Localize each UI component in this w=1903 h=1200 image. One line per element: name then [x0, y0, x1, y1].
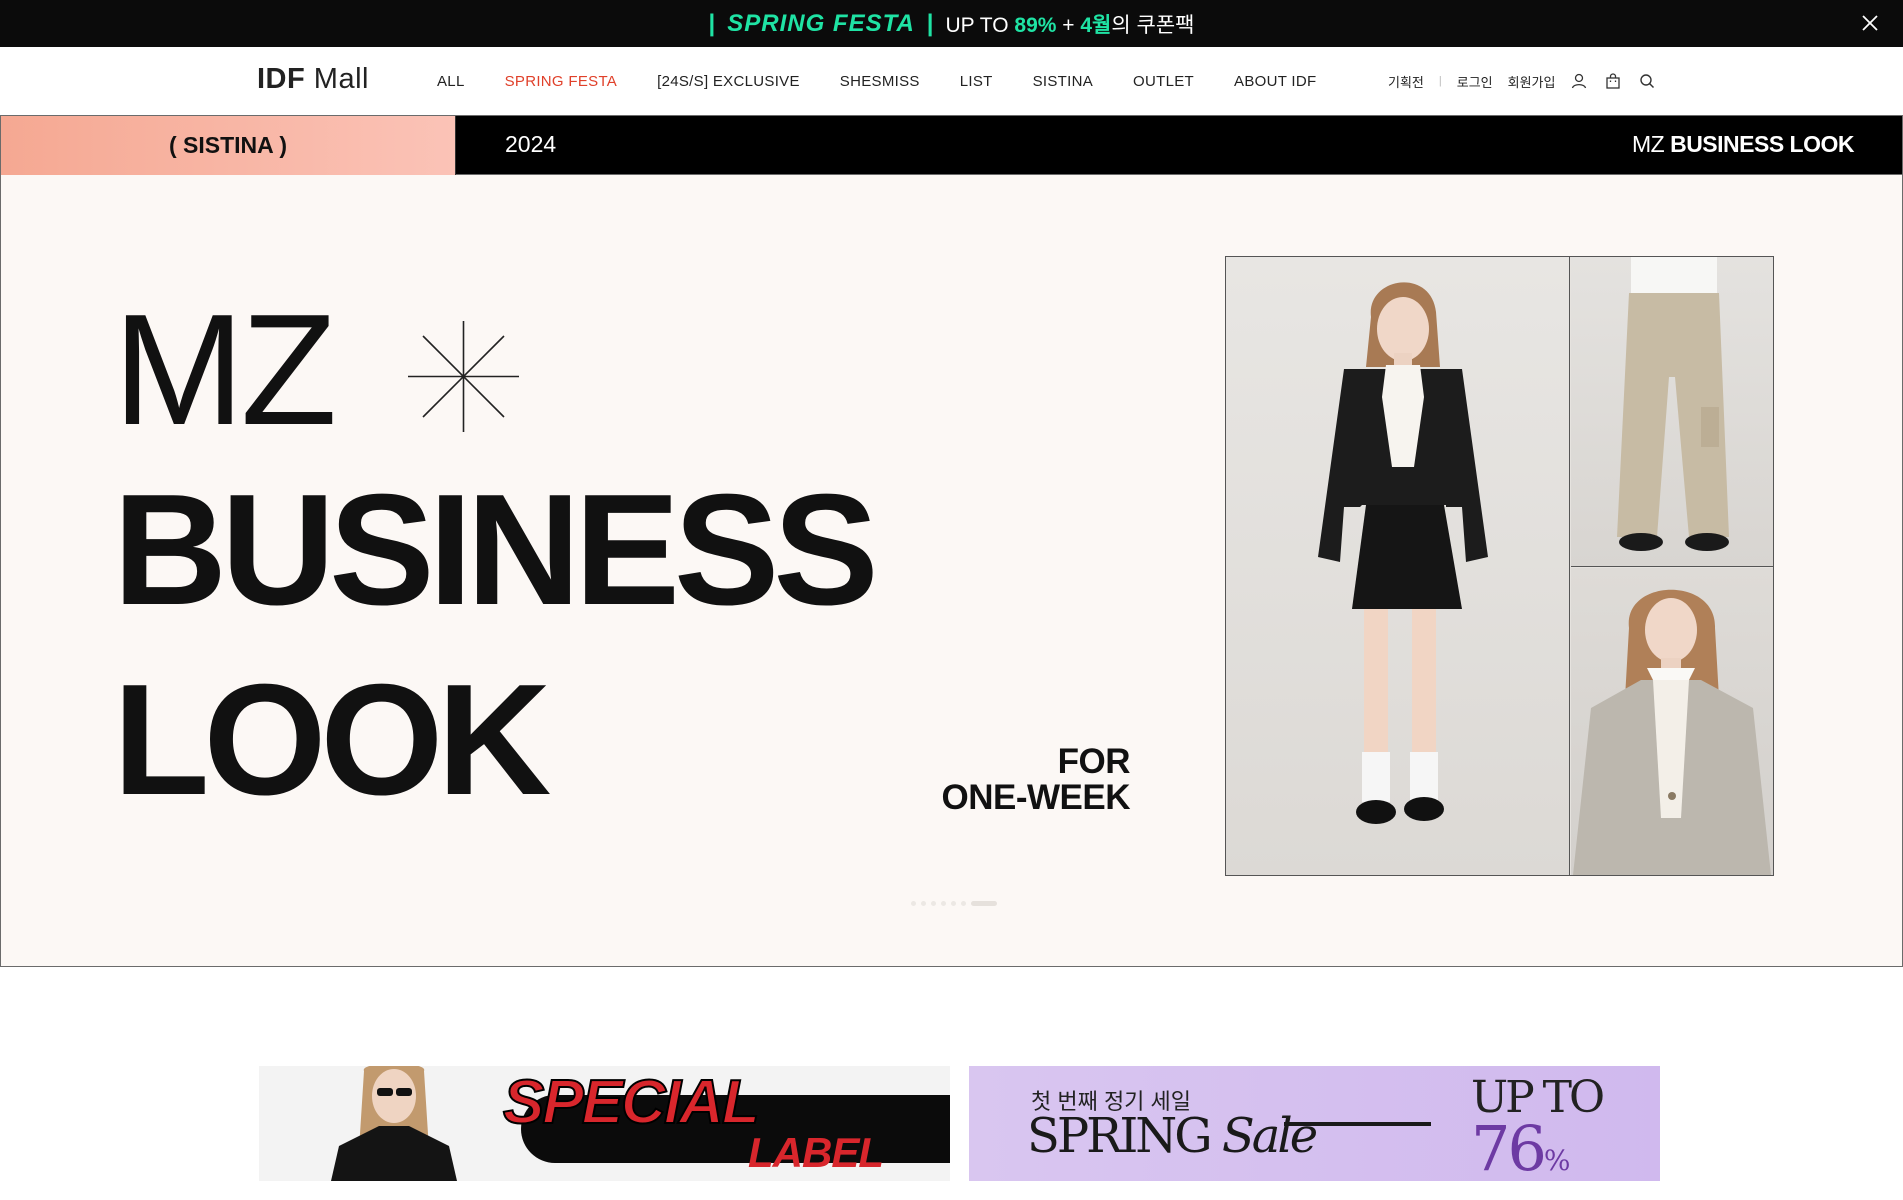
model-figure-pants [1617, 257, 1729, 551]
spring-sale-title-a: SPRING [1027, 1108, 1213, 1164]
hero-headline-business: BUSINESS [113, 462, 879, 638]
strip-title: MZ BUSINESS LOOK [1631, 131, 1855, 158]
promo-pipe-left: | [708, 9, 716, 37]
special-word: SPECIAL [502, 1068, 761, 1137]
login-link[interactable]: 로그인 [1457, 72, 1493, 91]
site-logo[interactable]: IDF Mall [257, 63, 369, 96]
promo-percent: 89% [1014, 13, 1057, 37]
promo-coupon: 의 쿠폰팩 [1111, 13, 1195, 37]
hero-for: FOR [1057, 742, 1131, 781]
sparkle-star-icon [408, 321, 519, 432]
promo-bar[interactable]: | SPRING FESTA | UP TO 89% + 4월의 쿠폰팩 [0, 0, 1903, 47]
close-icon[interactable] [1859, 12, 1881, 34]
logo-light: Mall [313, 63, 369, 95]
slide-dot[interactable] [961, 901, 966, 906]
spring-sale-banner[interactable]: 첫 번째 정기 세일 SPRING Sale UP TO 76% [969, 1066, 1660, 1181]
slide-dot[interactable] [931, 901, 936, 906]
slide-dot[interactable] [921, 901, 926, 906]
hero-photo-grid [1225, 256, 1774, 876]
spring-sale-title: SPRING Sale [1027, 1112, 1318, 1160]
model-photo-pants [1571, 257, 1773, 567]
utility-menu: 기획전 | 로그인 회원가입 [1388, 47, 1672, 115]
strip-year: 2024 [505, 131, 557, 157]
promo-offer: UP TO 89% + 4월의 쿠폰팩 [946, 9, 1195, 39]
promo-month: 4월 [1080, 13, 1112, 37]
site-header: IDF Mall ALL SPRING FESTA [24S/S] EXCLUS… [0, 47, 1903, 115]
promo-pipe-right: | [926, 9, 934, 37]
nav-item-list[interactable]: LIST [960, 73, 993, 90]
special-label-banner[interactable]: SPECIAL LABEL [259, 1066, 950, 1181]
logo-bold: IDF [257, 63, 306, 95]
model-photo-main [1226, 257, 1570, 875]
slide-dot[interactable] [951, 901, 956, 906]
hero-one-week: ONE-WEEK [941, 778, 1131, 817]
signup-link[interactable]: 회원가입 [1508, 72, 1556, 91]
promo-upto: UP TO [945, 13, 1009, 37]
hero-headline-look: LOOK [113, 652, 551, 828]
hero-headline-mz: MZ [113, 282, 337, 458]
slide-dot[interactable] [941, 901, 946, 906]
user-icon[interactable] [1570, 72, 1588, 90]
spring-sale-divider [1284, 1122, 1431, 1126]
hero-strip: ( SISTINA ) 2024 MZ BUSINESS LOOK [1, 116, 1902, 175]
nav-item-all[interactable]: ALL [437, 73, 465, 90]
spring-sale-percent-sign: % [1543, 1144, 1571, 1177]
strip-title-bold: BUSINESS LOOK [1670, 131, 1854, 157]
nav-item-outlet[interactable]: OUTLET [1133, 73, 1194, 90]
model-photo-blazer [1571, 568, 1773, 875]
nav-item-shesmiss[interactable]: SHESMISS [840, 73, 920, 90]
hero-subheadline: FOR ONE-WEEK [942, 744, 1131, 816]
nav-item-sistina[interactable]: SISTINA [1033, 73, 1093, 90]
model-figure-blazer [1573, 589, 1771, 875]
nav-item-exclusive[interactable]: [24S/S] EXCLUSIVE [657, 73, 800, 90]
nav-item-spring-festa[interactable]: SPRING FESTA [505, 73, 618, 90]
slide-dot-active[interactable] [971, 901, 997, 906]
main-nav: ALL SPRING FESTA [24S/S] EXCLUSIVE SHESM… [437, 47, 1356, 115]
util-separator: | [1438, 75, 1442, 87]
hero-banner[interactable]: ( SISTINA ) 2024 MZ BUSINESS LOOK MZ BUS… [0, 115, 1903, 967]
special-model-figure [331, 1066, 457, 1181]
slide-pagination [911, 901, 997, 906]
spring-sale-percent: 76% [1471, 1118, 1571, 1180]
spring-sale-percent-value: 76 [1471, 1112, 1547, 1181]
promo-plus: + [1062, 13, 1075, 37]
promo-text[interactable]: | SPRING FESTA | UP TO 89% + 4월의 쿠폰팩 [709, 9, 1195, 39]
nav-item-about[interactable]: ABOUT IDF [1234, 73, 1316, 90]
promo-festa: SPRING FESTA [727, 9, 915, 37]
spring-sale-title-b: Sale [1221, 1108, 1318, 1164]
shopping-bag-icon[interactable] [1604, 72, 1622, 90]
strip-title-light: MZ [1631, 131, 1665, 157]
strip-brand: ( SISTINA ) [1, 116, 456, 175]
slide-dot[interactable] [911, 901, 916, 906]
search-icon[interactable] [1638, 72, 1656, 90]
exhibition-link[interactable]: 기획전 [1388, 72, 1424, 91]
model-figure-main [1318, 282, 1488, 824]
label-word: LABEL [748, 1129, 884, 1176]
